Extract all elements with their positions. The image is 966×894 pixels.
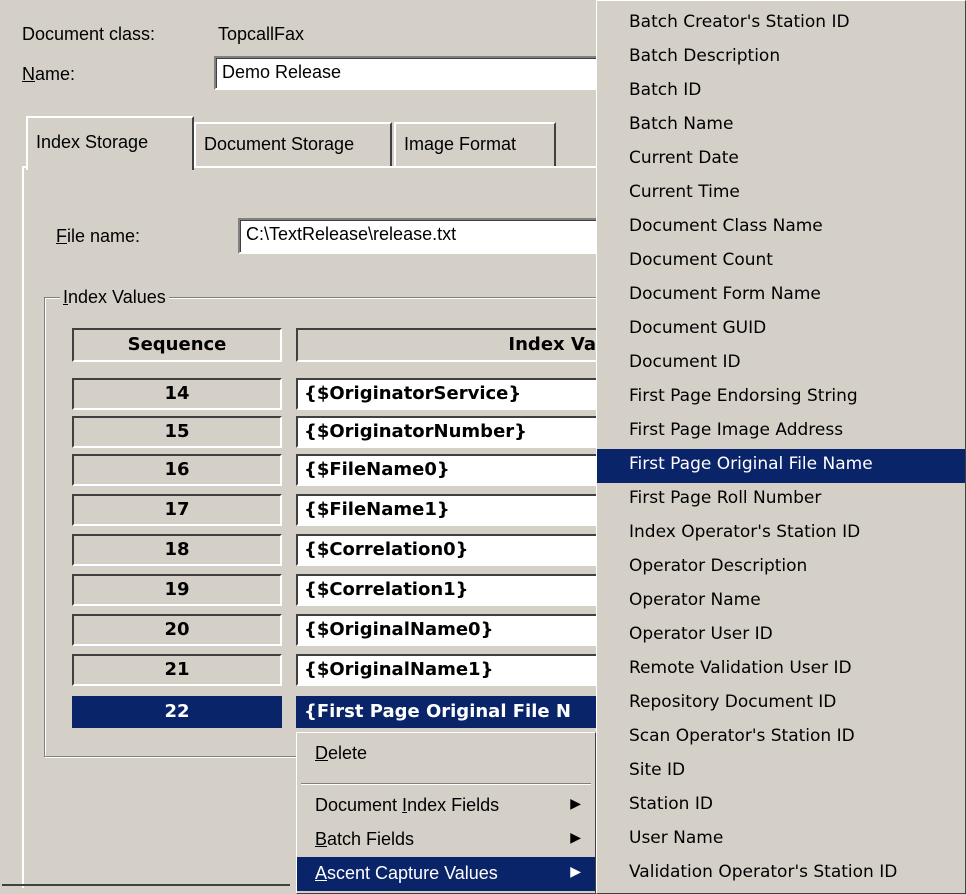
submenu-item[interactable]: Scan Operator's Station ID [597,721,965,755]
table-row-seq[interactable]: 20 [72,614,282,646]
sequence-column-header[interactable]: Sequence [72,328,282,362]
tab-document-storage[interactable]: Document Storage [194,122,392,166]
file-name-label-text: ile name: [67,226,141,246]
submenu-item[interactable]: Validation Operator's Station ID [597,857,965,891]
tab-index-storage[interactable]: Index Storage [26,116,194,170]
document-class-label: Document class: [22,24,156,44]
table-row-value[interactable]: {$OriginalName0} [296,614,596,646]
index-values-title: Index Values [60,287,169,308]
submenu-item[interactable]: Operator Description [597,551,965,585]
submenu-item[interactable]: Batch Name [597,109,965,143]
delete-label: elete [328,743,368,763]
table-row-value[interactable]: {$OriginatorNumber} [296,416,596,448]
submenu-item[interactable]: Current Time [597,177,965,211]
menu-separator [301,783,591,785]
submenu-item[interactable]: Document Class Name [597,211,965,245]
index-values-group [44,297,606,757]
submenu-item[interactable]: First Page Endorsing String [597,381,965,415]
ascent-label: scent Capture Values [327,863,498,883]
submenu-item[interactable]: Repository Document ID [597,687,965,721]
submenu-item-highlighted[interactable]: First Page Original File Name [597,449,965,483]
table-row-value[interactable]: {$Correlation0} [296,534,596,566]
submenu-item[interactable]: Site ID [597,755,965,789]
menu-item-ascent-capture-values[interactable]: Ascent Capture Values ▶ [297,857,595,891]
submenu-item[interactable]: Document Count [597,245,965,279]
triangle-right-icon: ▶ [570,795,581,811]
submenu-item[interactable]: Batch Description [597,41,965,75]
table-row-seq[interactable]: 14 [72,378,282,410]
name-label-mnemonic: N [22,64,35,84]
doc-index-label: ndex Fields [407,795,500,815]
menu-item-batch-fields[interactable]: Batch Fields ▶ [297,823,595,857]
submenu-item[interactable]: User Name [597,823,965,857]
index-values-title-text: ndex Values [68,287,166,307]
table-row-value-selected[interactable]: {First Page Original File N [296,696,596,728]
name-input[interactable]: Demo Release [214,56,604,90]
table-row-seq[interactable]: 18 [72,534,282,566]
submenu-item[interactable]: Document GUID [597,313,965,347]
submenu-item[interactable]: First Page Image Address [597,415,965,449]
name-label: Name: [22,64,75,85]
menu-item-document-index-fields[interactable]: Document Index Fields ▶ [297,789,595,823]
batch-mnemonic: B [315,829,328,849]
file-name-mnemonic: F [56,226,67,246]
submenu-item[interactable]: First Page Roll Number [597,483,965,517]
table-row-value[interactable]: {$OriginalName1} [296,654,596,686]
submenu-item[interactable]: Document ID [597,347,965,381]
table-row-seq[interactable]: 17 [72,494,282,526]
triangle-right-icon: ▶ [570,829,581,845]
submenu-item[interactable]: Document Form Name [597,279,965,313]
name-label-text: ame: [35,64,76,84]
submenu-item[interactable]: Batch ID [597,75,965,109]
ascent-mnemonic: A [315,863,328,883]
table-row-value[interactable]: {$FileName1} [296,494,596,526]
document-class-value: TopcallFax [218,24,305,44]
table-row-seq[interactable]: 19 [72,574,282,606]
delete-mnemonic: D [315,743,328,763]
context-menu: Delete Document Index Fields ▶ Batch Fie… [296,732,596,894]
submenu-item[interactable]: Operator User ID [597,619,965,653]
doc-index-label-pre: Document [315,795,403,815]
ascent-capture-values-submenu: Batch Creator's Station ID Batch Descrip… [596,0,966,894]
submenu-item[interactable]: Operator Name [597,585,965,619]
submenu-item[interactable]: Batch Creator's Station ID [597,7,965,41]
submenu-item[interactable]: Remote Validation User ID [597,653,965,687]
table-row-seq[interactable]: 16 [72,454,282,486]
table-row-seq[interactable]: 21 [72,654,282,686]
triangle-right-icon: ▶ [570,863,581,879]
bottom-divider [2,884,290,886]
submenu-item[interactable]: Current Date [597,143,965,177]
table-row-seq[interactable]: 15 [72,416,282,448]
file-name-input[interactable]: C:\TextRelease\release.txt [238,218,604,254]
file-name-label: File name: [56,226,140,247]
tab-image-format[interactable]: Image Format [394,122,556,166]
table-row-value[interactable]: {$Correlation1} [296,574,596,606]
batch-label: atch Fields [327,829,415,849]
index-value-column-header[interactable]: Index Va [296,328,596,362]
menu-item-delete[interactable]: Delete [297,737,595,771]
submenu-item[interactable]: Index Operator's Station ID [597,517,965,551]
table-row-value[interactable]: {$FileName0} [296,454,596,486]
table-row-value[interactable]: {$OriginatorService} [296,378,596,410]
submenu-item[interactable]: Station ID [597,789,965,823]
table-row-seq-selected[interactable]: 22 [72,696,282,728]
